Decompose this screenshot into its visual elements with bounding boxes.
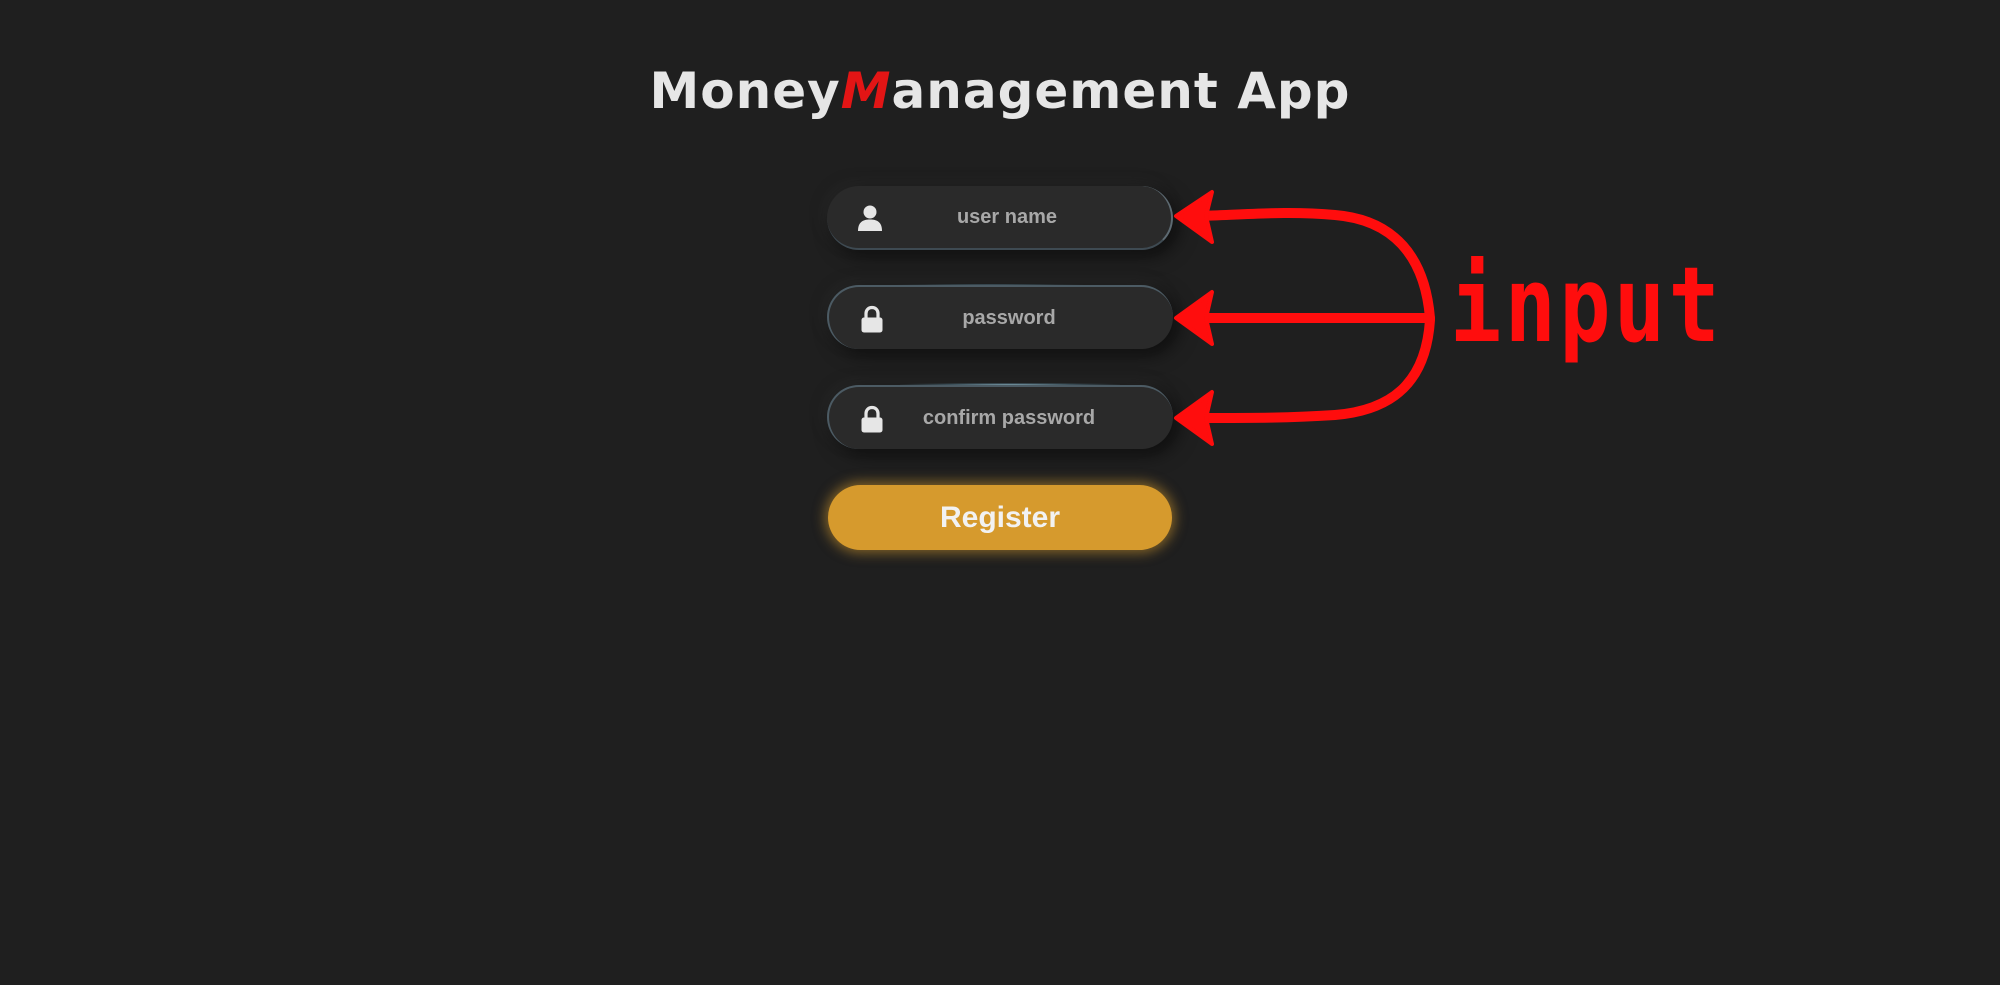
confirm-password-input[interactable] [899, 387, 1119, 449]
password-field[interactable] [827, 285, 1173, 349]
lock-icon [861, 305, 883, 333]
annotation-arrowhead-top [1174, 190, 1214, 244]
confirm-password-field[interactable] [827, 385, 1173, 449]
annotation-label: input [1450, 244, 1724, 366]
lock-icon [861, 405, 883, 433]
password-input[interactable] [899, 287, 1119, 349]
annotation-arrowhead-bottom [1174, 390, 1214, 446]
register-page: Money Management App R [0, 0, 2000, 985]
user-icon [858, 205, 882, 231]
username-field[interactable] [827, 186, 1173, 250]
annotation-arrow-top [1195, 208, 1435, 323]
annotation-arrow-bottom [1195, 315, 1435, 423]
username-input[interactable] [897, 186, 1117, 248]
register-button[interactable]: Register [828, 485, 1172, 550]
annotation-arrowhead-middle [1174, 290, 1214, 346]
register-form: Register [0, 0, 2000, 985]
